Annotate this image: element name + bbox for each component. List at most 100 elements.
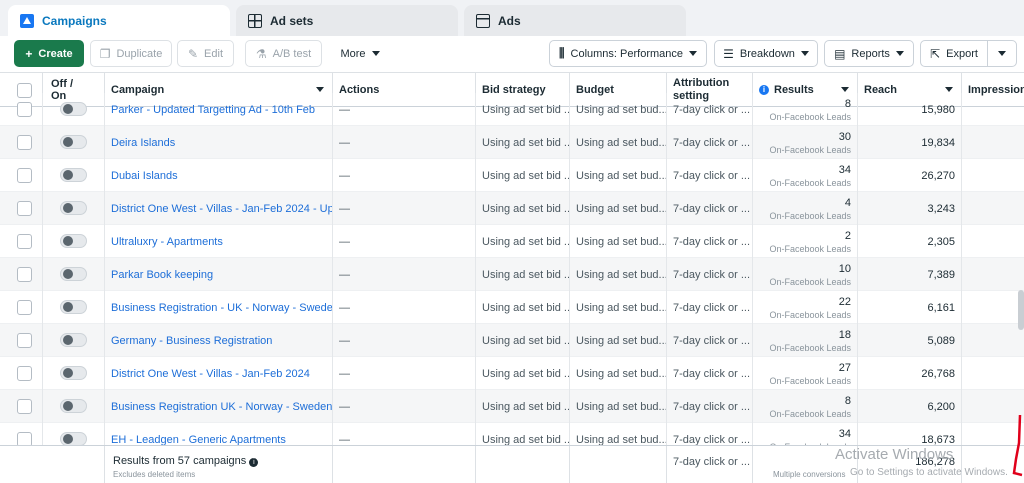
export-button[interactable]: ⇱ Export bbox=[920, 40, 988, 67]
footer-note: Excludes deleted items bbox=[113, 470, 196, 479]
row-checkbox[interactable] bbox=[17, 102, 32, 117]
impressions-cell bbox=[962, 357, 1024, 390]
actions-cell: — bbox=[333, 258, 476, 291]
results-value: 2 bbox=[844, 229, 851, 242]
campaign-name-link[interactable]: Germany - Business Registration bbox=[105, 324, 333, 357]
reach-cell: 6,200 bbox=[858, 390, 962, 423]
campaign-name-link[interactable]: Parkar Book keeping bbox=[105, 258, 333, 291]
campaign-toggle[interactable] bbox=[60, 366, 87, 380]
pencil-icon: ✎ bbox=[187, 46, 199, 61]
campaign-name-link[interactable]: Business Registration - UK - Norway - Sw… bbox=[105, 291, 333, 324]
budget-cell: Using ad set bud... bbox=[570, 93, 667, 126]
actions-cell: — bbox=[333, 192, 476, 225]
row-checkbox[interactable] bbox=[17, 399, 32, 414]
info-icon[interactable]: i bbox=[249, 458, 259, 467]
footer-spacer bbox=[0, 446, 105, 483]
impressions-cell bbox=[962, 258, 1024, 291]
table-row[interactable]: Ultraluxry - Apartments — Using ad set bid… bbox=[0, 225, 1024, 258]
row-toggle-cell bbox=[43, 390, 105, 423]
breakdown-icon: ☰ bbox=[723, 46, 734, 61]
more-button[interactable]: More bbox=[332, 40, 388, 67]
campaign-name-link[interactable]: District One West - Villas - Jan-Feb 202… bbox=[105, 192, 333, 225]
table-row[interactable]: Parkar Book keeping — Using ad set bid ...… bbox=[0, 258, 1024, 291]
results-cell: 8 On-Facebook Leads bbox=[753, 390, 858, 423]
row-checkbox[interactable] bbox=[17, 168, 32, 183]
campaign-toggle[interactable] bbox=[60, 432, 87, 446]
table-row[interactable]: Dubai Islands — Using ad set bid ... Using … bbox=[0, 159, 1024, 192]
reach-cell: 3,243 bbox=[858, 192, 962, 225]
campaign-toggle[interactable] bbox=[60, 168, 87, 182]
results-value: 30 bbox=[838, 130, 851, 143]
flask-icon: ⚗ bbox=[255, 46, 267, 61]
results-type: On-Facebook Leads bbox=[769, 243, 851, 254]
table-row[interactable]: Parker - Updated Targetting Ad - 10th Fe… bbox=[0, 93, 1024, 126]
create-button[interactable]: + Create bbox=[14, 40, 84, 67]
table-row[interactable]: Germany - Business Registration — Using ad… bbox=[0, 324, 1024, 357]
attribution-cell: 7-day click or ... bbox=[667, 159, 753, 192]
tab-campaigns-label: Campaigns bbox=[42, 13, 107, 28]
attribution-cell: 7-day click or ... bbox=[667, 291, 753, 324]
export-menu-button[interactable] bbox=[987, 40, 1017, 67]
campaign-name-link[interactable]: Deira Islands bbox=[105, 126, 333, 159]
table-row[interactable]: Business Registration UK - Norway - Swed… bbox=[0, 390, 1024, 423]
tab-ad-sets[interactable]: Ad sets bbox=[236, 5, 458, 36]
duplicate-button[interactable]: ❐ Duplicate bbox=[90, 40, 172, 67]
campaign-name-link[interactable]: Parker - Updated Targetting Ad - 10th Fe… bbox=[105, 93, 333, 126]
row-checkbox[interactable] bbox=[17, 267, 32, 282]
campaign-toggle[interactable] bbox=[60, 267, 87, 281]
row-checkbox[interactable] bbox=[17, 300, 32, 315]
campaign-toggle[interactable] bbox=[60, 102, 87, 116]
attribution-cell: 7-day click or ... bbox=[667, 192, 753, 225]
duplicate-label: Duplicate bbox=[116, 47, 163, 60]
campaign-name-link[interactable]: Business Registration UK - Norway - Swed… bbox=[105, 390, 333, 423]
table-row[interactable]: District One West - Villas - Jan-Feb 202… bbox=[0, 357, 1024, 390]
edit-button[interactable]: ✎ Edit bbox=[177, 40, 234, 67]
results-cell: 27 On-Facebook Leads bbox=[753, 357, 858, 390]
campaign-name-link[interactable]: Ultraluxry - Apartments bbox=[105, 225, 333, 258]
impressions-cell bbox=[962, 93, 1024, 126]
campaign-toggle[interactable] bbox=[60, 300, 87, 314]
results-value: 22 bbox=[838, 295, 851, 308]
campaign-name-link[interactable]: Dubai Islands bbox=[105, 159, 333, 192]
table-row[interactable]: Business Registration - UK - Norway - Sw… bbox=[0, 291, 1024, 324]
budget-cell: Using ad set bud... bbox=[570, 192, 667, 225]
campaign-toggle[interactable] bbox=[60, 201, 87, 215]
attribution-cell: 7-day click or ... bbox=[667, 258, 753, 291]
campaign-toggle[interactable] bbox=[60, 135, 87, 149]
bid-strategy-cell: Using ad set bid ... bbox=[476, 291, 570, 324]
table-row[interactable]: District One West - Villas - Jan-Feb 202… bbox=[0, 192, 1024, 225]
plus-icon: + bbox=[25, 46, 33, 61]
vertical-scrollbar[interactable] bbox=[1018, 290, 1024, 330]
campaign-toggle[interactable] bbox=[60, 399, 87, 413]
reach-cell: 6,161 bbox=[858, 291, 962, 324]
footer-summary-text: Results from 57 campaigns bbox=[113, 455, 247, 467]
table-row[interactable]: Deira Islands — Using ad set bid ... Using … bbox=[0, 126, 1024, 159]
row-select-cell bbox=[0, 357, 43, 390]
results-cell: 22 On-Facebook Leads bbox=[753, 291, 858, 324]
tab-campaigns[interactable]: Campaigns bbox=[8, 5, 230, 36]
tab-ad-sets-label: Ad sets bbox=[270, 13, 314, 28]
row-checkbox[interactable] bbox=[17, 234, 32, 249]
breakdown-button[interactable]: ☰ Breakdown bbox=[714, 40, 818, 67]
tab-ads[interactable]: Ads bbox=[464, 5, 686, 36]
ads-icon bbox=[476, 13, 490, 28]
campaign-toggle[interactable] bbox=[60, 234, 87, 248]
row-checkbox[interactable] bbox=[17, 201, 32, 216]
activate-windows-subtitle: Go to Settings to activate Windows. bbox=[850, 467, 1008, 478]
row-checkbox[interactable] bbox=[17, 135, 32, 150]
ab-test-button[interactable]: ⚗ A/B test bbox=[245, 40, 322, 67]
results-cell: 10 On-Facebook Leads bbox=[753, 258, 858, 291]
row-select-cell bbox=[0, 390, 43, 423]
reports-label: Reports bbox=[851, 47, 890, 60]
campaign-toggle[interactable] bbox=[60, 333, 87, 347]
export-icon: ⇱ bbox=[930, 46, 941, 61]
columns-button[interactable]: ⫼ Columns: Performance bbox=[549, 40, 707, 67]
row-toggle-cell bbox=[43, 357, 105, 390]
row-checkbox[interactable] bbox=[17, 366, 32, 381]
row-select-cell bbox=[0, 126, 43, 159]
actions-cell: — bbox=[333, 126, 476, 159]
campaign-name-link[interactable]: District One West - Villas - Jan-Feb 202… bbox=[105, 357, 333, 390]
row-checkbox[interactable] bbox=[17, 333, 32, 348]
reports-button[interactable]: ▤ Reports bbox=[824, 40, 914, 67]
impressions-cell bbox=[962, 192, 1024, 225]
